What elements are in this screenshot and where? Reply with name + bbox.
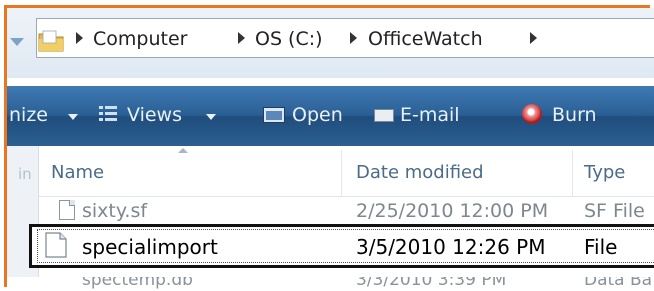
callout-border [4, 5, 650, 287]
explorer-window: Computer OS (C:) OfficeWatch nize Views … [0, 0, 654, 291]
